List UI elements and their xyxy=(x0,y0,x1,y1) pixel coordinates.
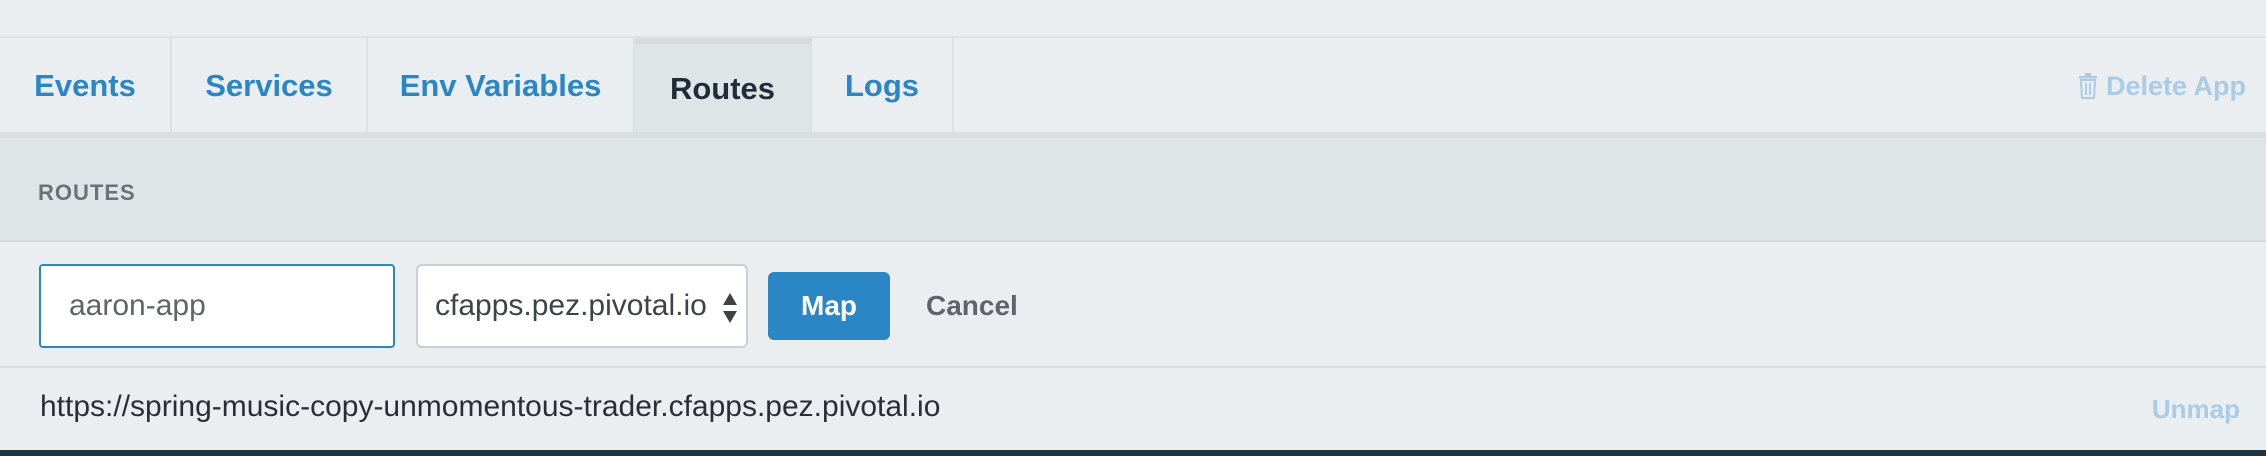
tab-services-label: Services xyxy=(205,68,333,103)
cancel-button[interactable]: Cancel xyxy=(912,272,1032,340)
tab-env-variables[interactable]: Env Variables xyxy=(368,38,635,134)
tab-routes[interactable]: Routes xyxy=(635,38,812,134)
bottom-divider xyxy=(0,450,2266,456)
tab-services[interactable]: Services xyxy=(172,38,368,134)
domain-select[interactable]: cfapps.pez.pivotal.io xyxy=(416,264,748,348)
route-url: https://spring-music-copy-unmomentous-tr… xyxy=(40,390,941,423)
map-route-form: cfapps.pez.pivotal.io Map Cancel xyxy=(0,242,2266,368)
tab-events[interactable]: Events xyxy=(0,38,172,134)
routes-section-title: ROUTES xyxy=(38,180,136,205)
route-row: https://spring-music-copy-unmomentous-tr… xyxy=(0,368,2266,450)
top-bar xyxy=(0,0,2266,38)
unmap-button[interactable]: Unmap xyxy=(2152,394,2240,425)
tab-routes-label: Routes xyxy=(669,71,776,106)
tab-logs[interactable]: Logs xyxy=(812,38,954,134)
select-arrows-icon xyxy=(722,290,738,326)
delete-app-button[interactable]: Delete App xyxy=(2078,38,2246,134)
tab-events-label: Events xyxy=(34,68,136,103)
tab-bar: Events Services Env Variables Routes Log… xyxy=(0,38,2266,134)
tab-logs-label: Logs xyxy=(844,68,920,103)
trash-icon xyxy=(2078,73,2098,99)
tab-env-variables-label: Env Variables xyxy=(399,68,602,103)
domain-select-value: cfapps.pez.pivotal.io xyxy=(435,289,707,322)
host-input[interactable] xyxy=(39,264,395,348)
routes-section-header: ROUTES xyxy=(0,138,2266,242)
delete-app-label: Delete App xyxy=(2105,70,2246,101)
map-button[interactable]: Map xyxy=(768,272,890,340)
